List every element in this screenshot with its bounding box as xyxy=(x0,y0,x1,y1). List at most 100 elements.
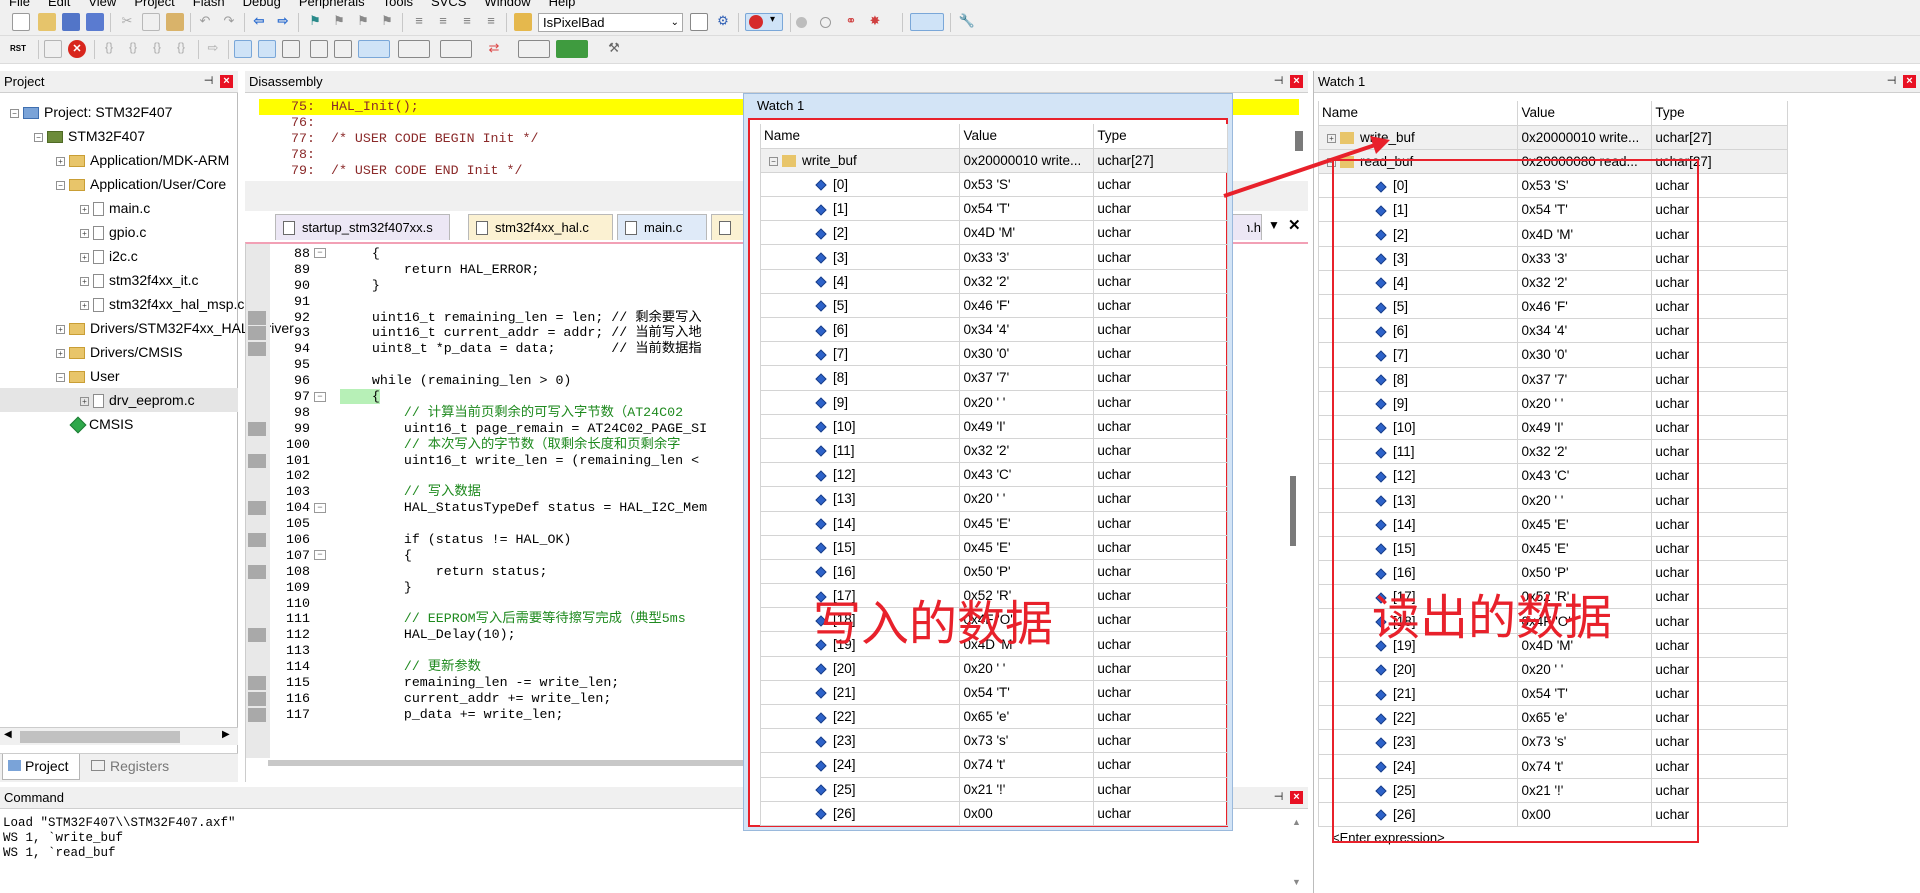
fold-marker[interactable]: − xyxy=(314,550,326,561)
registers-window-icon[interactable] xyxy=(310,40,328,58)
file-it-c[interactable]: + stm32f4xx_it.c xyxy=(0,268,238,292)
menu-item[interactable]: Project xyxy=(134,0,174,9)
save-all-icon[interactable] xyxy=(86,13,104,31)
breakpoint-disable-all-icon[interactable]: ⚭ xyxy=(842,13,860,31)
memory-windows-icon[interactable] xyxy=(398,40,430,58)
menu-item[interactable]: Edit xyxy=(48,0,70,9)
menu-item[interactable]: Help xyxy=(549,0,576,9)
target-combo[interactable]: IsPixelBad ⌄ xyxy=(538,13,683,32)
disassembly-window-icon[interactable] xyxy=(258,40,276,58)
symbols-window-icon[interactable] xyxy=(282,40,300,58)
close-icon[interactable]: × xyxy=(1290,791,1303,804)
col-value[interactable]: Value xyxy=(959,124,1095,149)
group-user[interactable]: − User xyxy=(0,364,238,388)
fold-marker[interactable] xyxy=(314,296,326,306)
watch-element-row[interactable]: [1] 0x54 'T' uchar xyxy=(759,196,1228,222)
run-icon[interactable] xyxy=(44,40,62,58)
watch-element-row[interactable]: [8] 0x37 '7' uchar xyxy=(759,365,1228,391)
fold-marker[interactable] xyxy=(314,280,326,290)
menu-item[interactable]: Window xyxy=(484,0,530,9)
fold-marker[interactable] xyxy=(314,439,326,449)
fold-marker[interactable] xyxy=(314,678,326,688)
open-folder-icon[interactable] xyxy=(38,13,56,31)
fold-marker[interactable] xyxy=(314,455,326,465)
fold-marker[interactable] xyxy=(314,471,326,481)
debug-session-button[interactable]: ▾ xyxy=(745,13,783,31)
call-stack-window-icon[interactable] xyxy=(334,40,352,58)
watch-element-row[interactable]: [22] 0x65 'e' uchar xyxy=(759,703,1228,730)
watch-element-row[interactable]: [9] 0x20 ' ' uchar xyxy=(759,389,1228,415)
cmsis-component[interactable]: CMSIS xyxy=(0,412,238,436)
group-hal-driver[interactable]: + Drivers/STM32F4xx_HAL_Driver xyxy=(0,316,294,340)
scroll-right-icon[interactable]: ▶ xyxy=(222,729,230,740)
indent-icon[interactable]: ≡ xyxy=(410,13,428,31)
watch-element-row[interactable]: [23] 0x73 's' uchar xyxy=(759,728,1228,754)
group-mdk-arm[interactable]: + Application/MDK-ARM xyxy=(0,148,238,172)
watch-element-row[interactable]: [6] 0x34 '4' uchar xyxy=(759,316,1228,343)
fold-marker[interactable]: − xyxy=(314,391,326,402)
watch-root-row[interactable]: − write_buf 0x20000010 write... uchar[27] xyxy=(759,147,1228,173)
file-gpio-c[interactable]: + gpio.c xyxy=(0,220,238,244)
col-value[interactable]: Value xyxy=(1517,101,1653,126)
stop-icon[interactable]: ✕ xyxy=(68,40,86,58)
menu-item[interactable]: Flash xyxy=(193,0,225,9)
col-type[interactable]: Type xyxy=(1093,124,1228,149)
fold-marker[interactable]: − xyxy=(314,248,326,259)
run-to-cursor-icon[interactable]: {} xyxy=(172,40,190,58)
fold-marker[interactable] xyxy=(314,566,326,576)
close-icon[interactable]: × xyxy=(1903,75,1916,88)
fold-marker[interactable] xyxy=(314,360,326,370)
watch-element-row[interactable]: [24] 0x74 't' uchar xyxy=(759,752,1228,778)
serial-windows-icon[interactable] xyxy=(440,40,472,58)
watch-element-row[interactable]: [16] 0x50 'P' uchar xyxy=(759,558,1228,585)
incremental-find-icon[interactable]: ⚙ xyxy=(714,13,732,31)
watch-element-row[interactable]: [20] 0x20 ' ' uchar xyxy=(759,655,1228,681)
copy-icon[interactable] xyxy=(142,13,160,31)
breakpoint-kill-all-icon[interactable]: ✸ xyxy=(866,13,884,31)
fold-marker[interactable] xyxy=(314,312,326,322)
step-over-icon[interactable]: {} xyxy=(124,40,142,58)
fold-marker[interactable] xyxy=(314,709,326,719)
fold-marker[interactable] xyxy=(314,328,326,338)
scroll-left-icon[interactable]: ◀ xyxy=(4,729,12,740)
watch-element-row[interactable]: [13] 0x20 ' ' uchar xyxy=(759,486,1228,512)
bookmark-prev-icon[interactable]: ⚑ xyxy=(330,13,348,31)
configure-icon[interactable]: 🔧 xyxy=(958,13,976,31)
watch-element-row[interactable]: [7] 0x30 '0' uchar xyxy=(759,341,1228,367)
watch-element-row[interactable]: [3] 0x33 '3' uchar xyxy=(759,244,1228,270)
save-icon[interactable] xyxy=(62,13,80,31)
pin-icon[interactable]: ⊣ xyxy=(1885,75,1898,88)
watch-element-row[interactable]: [15] 0x45 'E' uchar xyxy=(759,534,1228,560)
menu-item[interactable]: View xyxy=(88,0,116,9)
uncomment-icon[interactable]: ≡ xyxy=(482,13,500,31)
window-layout-button[interactable] xyxy=(910,13,944,31)
tab-drv-eeprom-h[interactable]: drv_eeprom.h xyxy=(1230,214,1262,240)
editor-vscrollbar[interactable] xyxy=(1290,476,1296,546)
file-i2c-c[interactable]: + i2c.c xyxy=(0,244,238,268)
new-file-icon[interactable] xyxy=(12,13,30,31)
file-drv-eeprom-c[interactable]: + drv_eeprom.c xyxy=(0,388,238,412)
target-node[interactable]: − STM32F407 xyxy=(0,124,238,148)
scrollbar-thumb[interactable] xyxy=(20,731,180,743)
watch-element-row[interactable]: [2] 0x4D 'M' uchar xyxy=(759,220,1228,246)
fold-marker[interactable] xyxy=(314,519,326,529)
group-user-core[interactable]: − Application/User/Core xyxy=(0,172,238,196)
bookmark-icon[interactable]: ⚑ xyxy=(306,13,324,31)
nav-forward-icon[interactable]: ⇨ xyxy=(274,13,292,31)
find-icon[interactable] xyxy=(690,13,708,31)
undo-icon[interactable]: ↶ xyxy=(196,13,214,31)
fold-marker[interactable] xyxy=(314,582,326,592)
watch-element-row[interactable]: [4] 0x32 '2' uchar xyxy=(759,268,1228,294)
show-next-statement-icon[interactable]: ⇨ xyxy=(204,40,222,58)
breakpoint-icon[interactable] xyxy=(796,17,807,28)
file-main-c[interactable]: + main.c xyxy=(0,196,238,220)
fold-marker[interactable] xyxy=(314,535,326,545)
fold-marker[interactable] xyxy=(314,487,326,497)
fold-marker[interactable] xyxy=(314,376,326,386)
unindent-icon[interactable]: ≡ xyxy=(434,13,452,31)
paste-icon[interactable] xyxy=(166,13,184,31)
step-into-icon[interactable]: {} xyxy=(100,40,118,58)
fold-marker[interactable] xyxy=(314,662,326,672)
watch-element-row[interactable]: [11] 0x32 '2' uchar xyxy=(759,437,1228,464)
menu-item[interactable]: SVCS xyxy=(431,0,466,9)
